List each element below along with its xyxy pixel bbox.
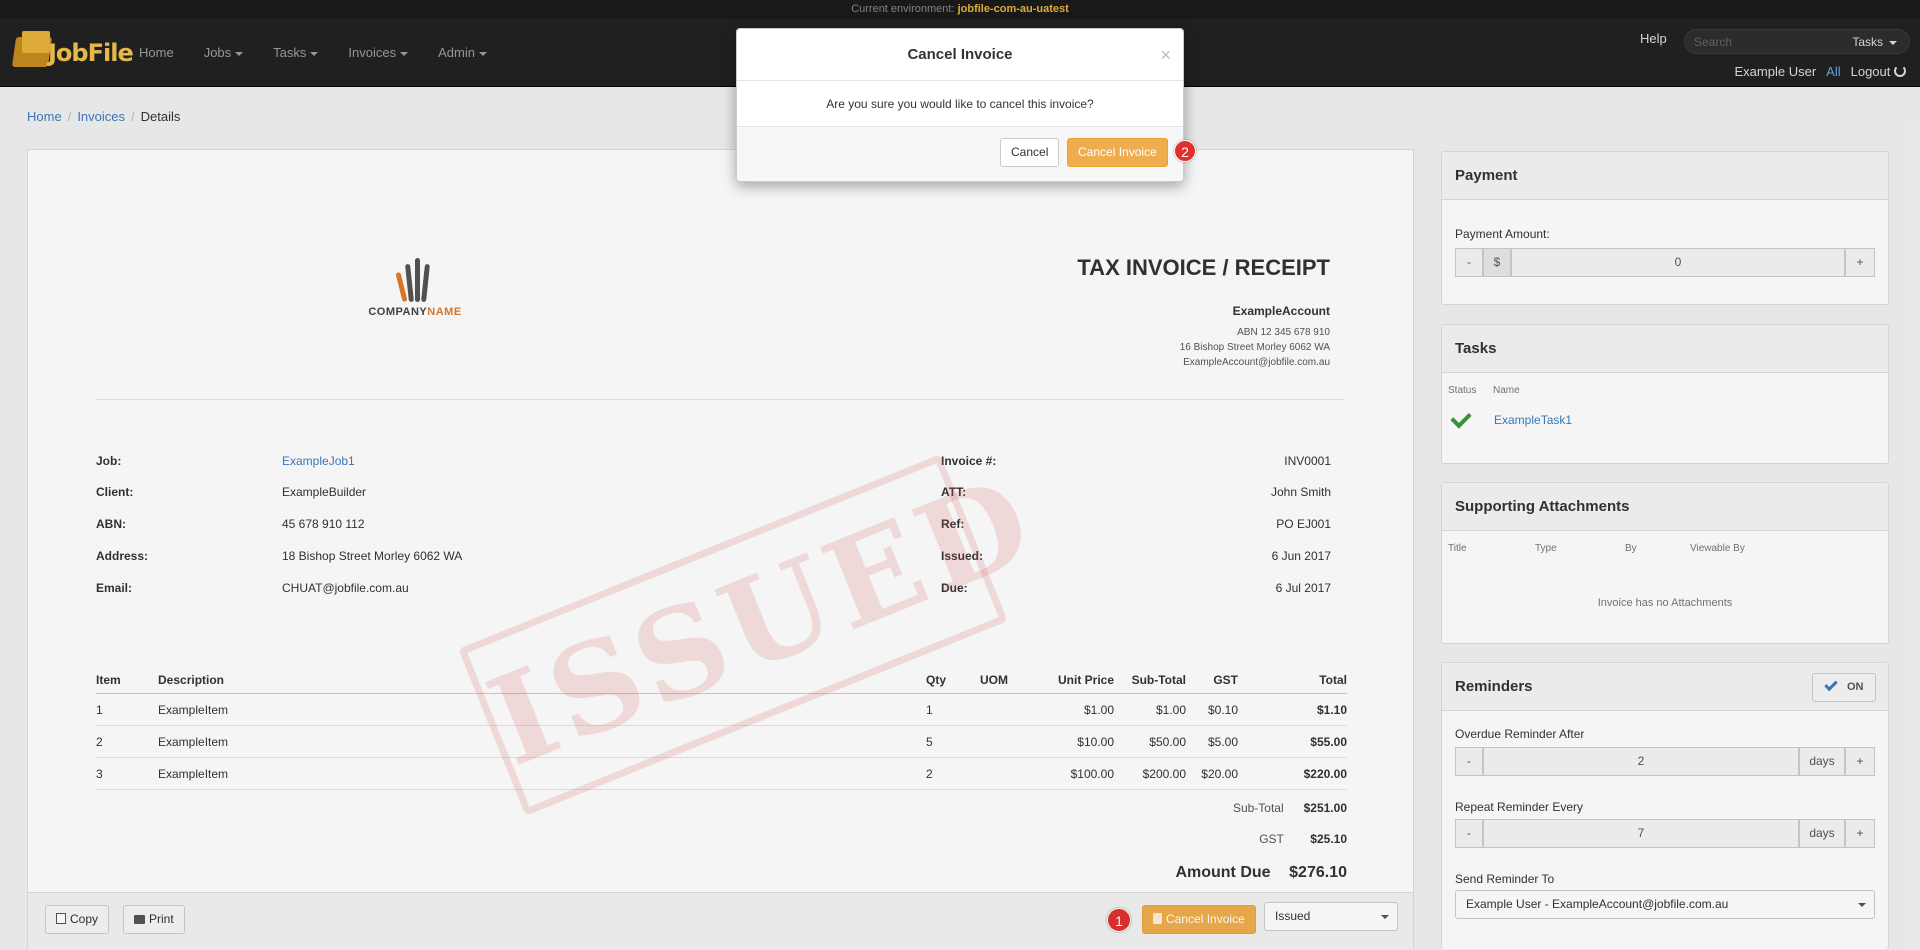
- dialog-header: Cancel Invoice ×: [737, 29, 1183, 81]
- cancel-invoice-dialog: Cancel Invoice × Are you sure you would …: [736, 28, 1196, 182]
- dialog-confirm-cancel-invoice-button[interactable]: Cancel Invoice: [1067, 138, 1168, 167]
- dialog-footer: Cancel Cancel Invoice 2: [737, 127, 1196, 181]
- dialog-message: Are you sure you would like to cancel th…: [737, 81, 1183, 127]
- step-badge-2: 2: [1174, 140, 1196, 162]
- dialog-title: Cancel Invoice: [907, 46, 1013, 63]
- close-icon[interactable]: ×: [1160, 29, 1171, 81]
- dialog-cancel-button[interactable]: Cancel: [1000, 138, 1060, 167]
